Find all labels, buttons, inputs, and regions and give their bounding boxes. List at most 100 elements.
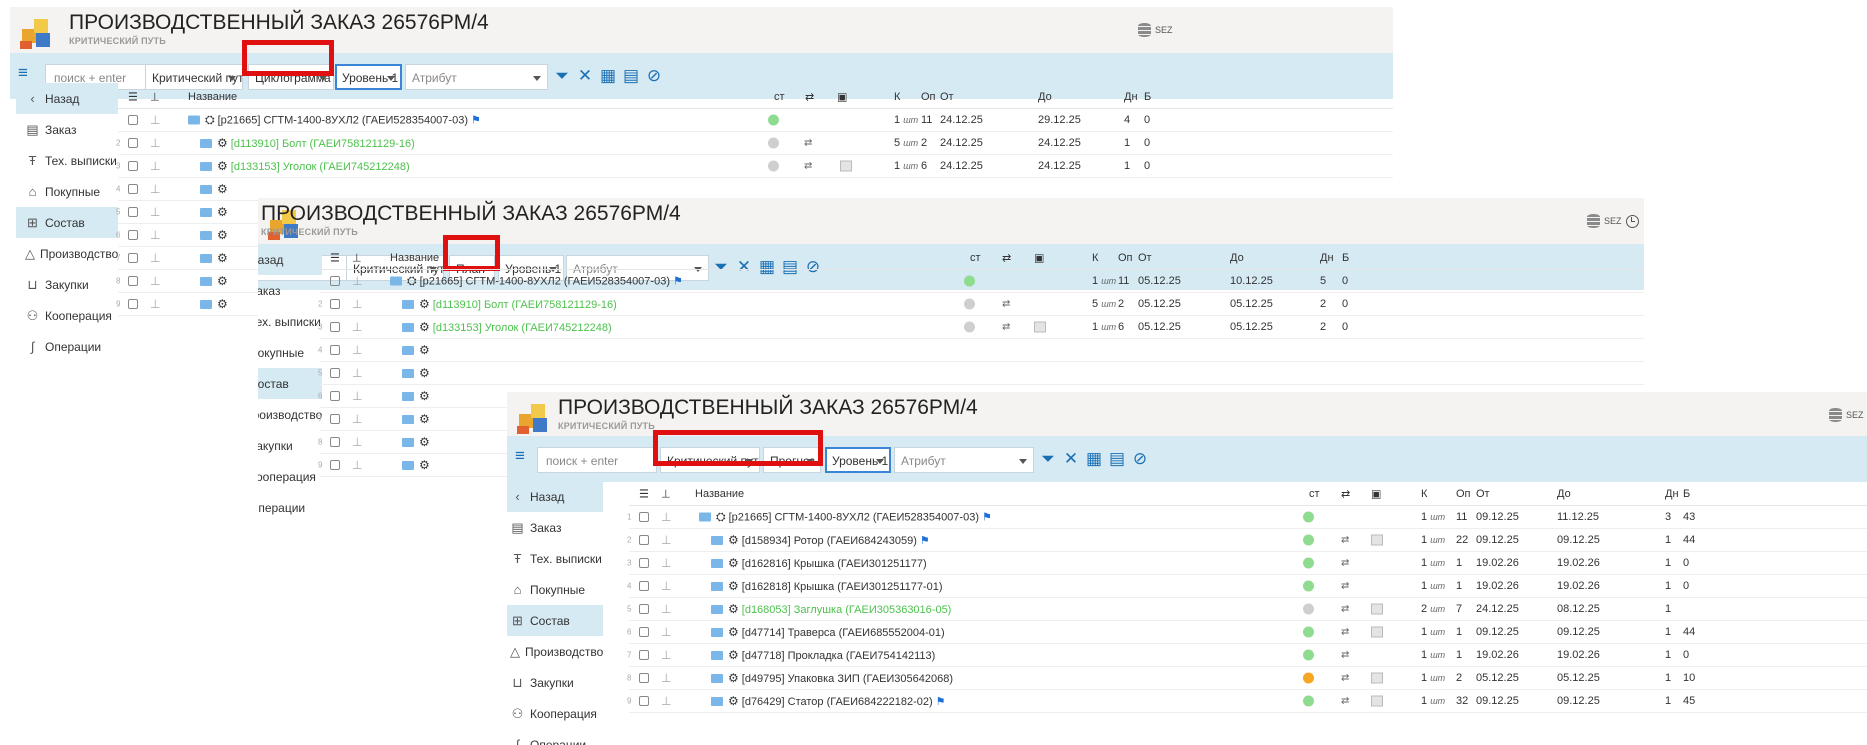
item-name[interactable]: ⚙ [d162818] Крышка (ГАЕИ301251177-01) <box>711 579 943 593</box>
sidebar-item-purchased[interactable]: ⌂Покупные <box>16 176 118 207</box>
sidebar-item-purchases[interactable]: ⊔Закупки <box>507 667 603 698</box>
row-checkbox[interactable] <box>128 299 138 309</box>
table-row[interactable]: 2 ⊥ ⚙ [d113910] Болт (ГАЕИ758121129-16) ⇄ 5 ш… <box>318 293 1644 316</box>
pin-icon[interactable]: ⊥ <box>352 435 362 449</box>
calendar-icon[interactable]: ▤ <box>620 65 642 87</box>
pin-icon[interactable]: ⊥ <box>661 487 671 500</box>
table-row[interactable]: 8 ⊥ ⚙ [d49795] Упаковка ЗИП (ГАЕИ305642068)… <box>627 667 1867 690</box>
table-row[interactable]: 1 ⊥ ⛭ [p21665] СГТМ-1400-8УХЛ2 (ГАЕИ5283540… <box>627 506 1867 529</box>
resource-icon[interactable]: ⇄ <box>1341 696 1349 707</box>
resource-icon[interactable]: ⇄ <box>1341 558 1349 569</box>
sidebar-item-structure[interactable]: ⊞Состав <box>16 207 118 238</box>
pin-icon[interactable]: ⊥ <box>661 648 671 662</box>
table-row[interactable]: 2 ⊥ ⚙ [d158934] Ротор (ГАЕИ684243059) ⚑ ⇄ 1 шт… <box>627 529 1867 552</box>
row-checkbox[interactable] <box>639 650 649 660</box>
table-row[interactable]: 3 ⊥ ⚙ [d162816] Крышка (ГАЕИ301251177) ⇄ 1 шт… <box>627 552 1867 575</box>
link-icon[interactable]: ⊘ <box>1129 448 1151 470</box>
pin-icon[interactable]: ⊥ <box>150 205 160 219</box>
sidebar-item-structure[interactable]: ⊞Состав <box>258 368 322 399</box>
table-row[interactable]: 4 ⊥ ⚙ <box>318 339 1644 362</box>
image-icon[interactable] <box>1371 603 1383 615</box>
menu-icon[interactable]: ≡ <box>18 64 34 81</box>
table-row[interactable]: 3 ⊥ ⚙ [d133153] Уголок (ГАЕИ745212248) ⇄ 1 шт… <box>116 155 1393 178</box>
filter-icon[interactable]: ⏷ <box>551 65 573 87</box>
row-checkbox[interactable] <box>128 184 138 194</box>
item-name[interactable]: ⚙ [d133153] Уголок (ГАЕИ745212248) <box>402 320 612 334</box>
item-name[interactable]: ⚙ [d113910] Болт (ГАЕИ758121129-16) <box>402 297 617 311</box>
sidebar-item-back[interactable]: ‹Назад <box>16 83 118 114</box>
row-checkbox[interactable] <box>330 345 340 355</box>
row-checkbox[interactable] <box>128 207 138 217</box>
pin-icon[interactable]: ⊥ <box>661 510 671 524</box>
sidebar-item-production[interactable]: △Производство <box>258 399 322 430</box>
level-select[interactable]: Уровень 1 <box>825 447 891 473</box>
columns-icon[interactable]: ☰ <box>330 251 340 264</box>
columns-icon[interactable]: ☰ <box>639 487 649 500</box>
row-checkbox[interactable] <box>639 512 649 522</box>
pin-icon[interactable]: ⊥ <box>661 671 671 685</box>
resource-icon[interactable]: ⇄ <box>804 138 812 149</box>
item-name[interactable]: ⛭ [p21665] СГТМ-1400-8УХЛ2 (ГАЕИ528354007… <box>390 274 683 289</box>
item-name[interactable]: ⚙ <box>402 366 433 380</box>
table-row[interactable]: ⊥ ⛭ [p21665] СГТМ-1400-8УХЛ2 (ГАЕИ52835400… <box>118 109 1393 132</box>
item-name[interactable]: ⚙ <box>402 435 433 449</box>
image-icon[interactable] <box>1371 695 1383 707</box>
row-checkbox[interactable] <box>330 322 340 332</box>
sidebar-item-back[interactable]: ‹Назад <box>258 244 322 275</box>
row-checkbox[interactable] <box>639 673 649 683</box>
resource-icon[interactable]: ⇄ <box>1341 650 1349 661</box>
item-name[interactable]: ⛭ [p21665] СГТМ-1400-8УХЛ2 (ГАЕИ528354007… <box>188 113 481 128</box>
pin-icon[interactable]: ⊥ <box>661 625 671 639</box>
item-name[interactable]: ⚙ [d133153] Уголок (ГАЕИ745212248) <box>200 159 410 173</box>
item-name[interactable]: ⚙ [d76429] Статор (ГАЕИ684222182-02) ⚑ <box>711 694 946 708</box>
database-icon[interactable] <box>1587 214 1600 228</box>
resource-icon[interactable]: ⇄ <box>1002 322 1010 333</box>
item-name[interactable]: ⛭ [p21665] СГТМ-1400-8УХЛ2 (ГАЕИ528354007… <box>699 510 992 525</box>
link-icon[interactable]: ⊘ <box>643 65 665 87</box>
item-name[interactable]: ⚙ [d162816] Крышка (ГАЕИ301251177) <box>711 556 927 570</box>
item-name[interactable]: ⚙ <box>402 343 433 357</box>
table-row[interactable]: 5 ⊥ ⚙ [d168053] Заглушка (ГАЕИ305363016-05)… <box>627 598 1867 621</box>
close-icon[interactable]: ✕ <box>574 65 596 87</box>
table-row[interactable]: 9 ⊥ ⚙ [d76429] Статор (ГАЕИ684222182-02) ⚑ ⇄ 1… <box>627 690 1867 713</box>
calculator-icon[interactable]: ▦ <box>597 65 619 87</box>
sidebar-item-cooperation[interactable]: ⚇Кооперация <box>258 461 322 492</box>
image-icon[interactable] <box>1034 321 1046 333</box>
pin-icon[interactable]: ⊥ <box>352 343 362 357</box>
row-checkbox[interactable] <box>128 230 138 240</box>
calculator-icon[interactable]: ▦ <box>1083 448 1105 470</box>
pin-icon[interactable]: ⊥ <box>352 366 362 380</box>
item-name[interactable]: ⚙ [d168053] Заглушка (ГАЕИ305363016-05) <box>711 602 951 616</box>
pin-icon[interactable]: ⊥ <box>150 182 160 196</box>
image-icon[interactable] <box>1371 534 1383 546</box>
pin-icon[interactable]: ⊥ <box>150 113 160 127</box>
pin-icon[interactable]: ⊥ <box>150 228 160 242</box>
row-checkbox[interactable] <box>128 253 138 263</box>
table-row[interactable]: 6 ⊥ ⚙ [d47714] Траверса (ГАЕИ685552004-01) ⇄… <box>627 621 1867 644</box>
item-name[interactable]: ⚙ [d49795] Упаковка ЗИП (ГАЕИ305642068) <box>711 671 953 685</box>
sidebar-item-cooperation[interactable]: ⚇Кооперация <box>16 300 118 331</box>
image-icon[interactable] <box>840 160 852 172</box>
row-checkbox[interactable] <box>330 299 340 309</box>
pin-icon[interactable]: ⊥ <box>150 90 160 103</box>
item-name[interactable]: ⚙ <box>402 458 433 472</box>
sidebar-item-tech[interactable]: ŦТех. выписки <box>507 543 603 574</box>
row-checkbox[interactable] <box>128 115 138 125</box>
sidebar-item-back[interactable]: ‹Назад <box>507 481 603 512</box>
resource-icon[interactable]: ⇄ <box>1341 535 1349 546</box>
pin-icon[interactable]: ⊥ <box>352 251 362 264</box>
sidebar-item-tech[interactable]: ŦТех. выписки <box>16 145 118 176</box>
sidebar-item-purchases[interactable]: ⊔Закупки <box>258 430 322 461</box>
pin-icon[interactable]: ⊥ <box>150 297 160 311</box>
item-name[interactable]: ⚙ [d158934] Ротор (ГАЕИ684243059) ⚑ <box>711 533 930 547</box>
close-icon[interactable]: ✕ <box>1060 448 1082 470</box>
pin-icon[interactable]: ⊥ <box>150 159 160 173</box>
clock-icon[interactable] <box>1625 214 1639 228</box>
resource-icon[interactable]: ⇄ <box>1341 604 1349 615</box>
pin-icon[interactable]: ⊥ <box>352 389 362 403</box>
filter-icon[interactable]: ⏷ <box>1037 448 1059 470</box>
row-checkbox[interactable] <box>639 696 649 706</box>
resource-icon[interactable]: ⇄ <box>1002 299 1010 310</box>
sidebar-item-production[interactable]: △Производство <box>16 238 118 269</box>
sidebar-item-purchases[interactable]: ⊔Закупки <box>16 269 118 300</box>
